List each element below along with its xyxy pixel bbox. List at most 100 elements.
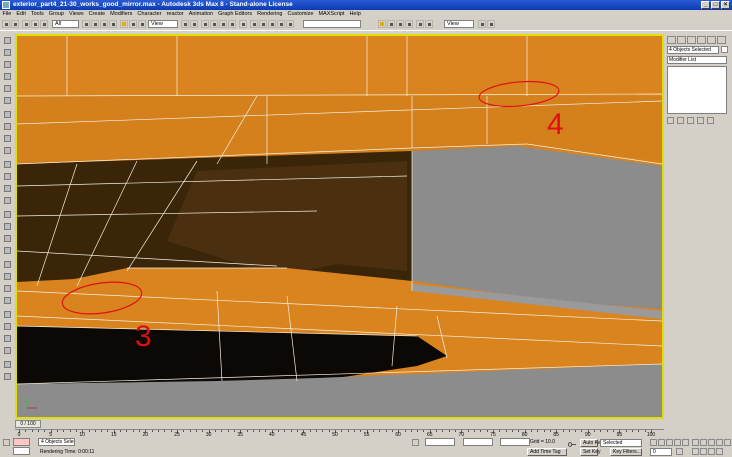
object-color-swatch[interactable] (721, 46, 728, 53)
maxscript-listener-icon[interactable] (3, 439, 10, 446)
menu-file[interactable]: File (0, 10, 14, 18)
hierarchy-tab-icon[interactable] (687, 36, 696, 44)
menu-reactor[interactable]: reactor (164, 10, 186, 18)
reference-coordinate-dropdown[interactable]: View (148, 20, 178, 28)
render-production-icon[interactable] (416, 20, 424, 28)
render-setup-icon[interactable] (387, 20, 395, 28)
percent-snap-icon[interactable] (219, 20, 227, 28)
z-coordinate-field[interactable] (500, 438, 530, 446)
select-by-name-icon[interactable] (91, 20, 99, 28)
selection-filter-dropdown[interactable]: All (52, 20, 79, 28)
rectangle-selection-icon[interactable] (100, 20, 108, 28)
zoom-icon[interactable] (692, 448, 699, 455)
motion-tab-icon[interactable] (697, 36, 706, 44)
go-to-end-icon[interactable] (682, 439, 689, 446)
remove-modifier-icon[interactable] (697, 117, 704, 124)
next-frame-icon[interactable] (674, 439, 681, 446)
object-name-field[interactable]: 4 Objects Selected (667, 46, 719, 54)
spinner-snap-icon[interactable] (228, 20, 236, 28)
maximize-viewport-icon[interactable] (724, 439, 731, 446)
tab-icon-8[interactable] (4, 123, 11, 130)
align-icon[interactable] (259, 20, 267, 28)
previous-frame-icon[interactable] (658, 439, 665, 446)
tab-icon-23[interactable] (4, 311, 11, 318)
tab-icon-10[interactable] (4, 147, 11, 154)
current-frame-field[interactable]: 0 (650, 448, 672, 456)
angle-snap-icon[interactable] (210, 20, 218, 28)
modify-tab-icon[interactable] (677, 36, 686, 44)
render-frame-icon[interactable] (396, 20, 404, 28)
tab-icon-11[interactable] (4, 161, 11, 168)
tab-icon-16[interactable] (4, 223, 11, 230)
quick-render-icon[interactable] (405, 20, 413, 28)
select-rotate-icon[interactable] (129, 20, 137, 28)
menu-views[interactable]: Views (67, 10, 87, 18)
tab-icon-3[interactable] (4, 61, 11, 68)
tab-icon-22[interactable] (4, 297, 11, 304)
utilities-tab-icon[interactable] (717, 36, 726, 44)
tab-icon-19[interactable] (4, 261, 11, 268)
schematic-view-icon[interactable] (286, 20, 294, 28)
go-to-start-icon[interactable] (650, 439, 657, 446)
tab-icon-17[interactable] (4, 235, 11, 242)
display-tab-icon[interactable] (707, 36, 716, 44)
tab-icon-12[interactable] (4, 173, 11, 180)
y-coordinate-field[interactable] (463, 438, 493, 446)
render-view-dropdown[interactable]: View (444, 20, 474, 28)
undo-icon[interactable] (2, 20, 10, 28)
time-slider-track[interactable]: 0 / 100 (15, 420, 664, 429)
tab-icon-6[interactable] (4, 97, 11, 104)
layer-manager-icon[interactable] (268, 20, 276, 28)
modifier-stack[interactable] (667, 66, 727, 114)
maxscript-mini-listener[interactable] (13, 438, 30, 446)
tab-icon-2[interactable] (4, 49, 11, 56)
tab-icon-18[interactable] (4, 247, 11, 254)
menu-group[interactable]: Group (46, 10, 66, 18)
menu-animation[interactable]: Animation (186, 10, 215, 18)
key-filters-button[interactable]: Key Filters... (610, 448, 642, 456)
snaps-toggle-icon[interactable] (201, 20, 209, 28)
minimize-button[interactable]: _ (701, 1, 710, 9)
named-selection-dropdown[interactable] (303, 20, 361, 28)
curve-editor-icon[interactable] (277, 20, 285, 28)
tab-icon-5[interactable] (4, 85, 11, 92)
pin-stack-icon[interactable] (667, 117, 674, 124)
time-configuration-icon[interactable] (676, 448, 683, 455)
menu-help[interactable]: Help (347, 10, 363, 18)
unlink-icon[interactable] (31, 20, 39, 28)
tab-icon-24[interactable] (4, 323, 11, 330)
tab-icon-14[interactable] (4, 197, 11, 204)
menu-create[interactable]: Create (86, 10, 108, 18)
select-object-icon[interactable] (82, 20, 90, 28)
close-button[interactable]: × (721, 1, 730, 9)
key-mode-toggle-icon[interactable] (692, 439, 699, 446)
pivot-center-icon[interactable] (181, 20, 189, 28)
mirror-icon[interactable] (250, 20, 258, 28)
menu-tools[interactable]: Tools (28, 10, 46, 18)
tab-icon-15[interactable] (4, 211, 11, 218)
bind-space-warp-icon[interactable] (40, 20, 48, 28)
material-editor-icon[interactable] (378, 20, 386, 28)
tab-icon-1[interactable] (4, 37, 11, 44)
redo-icon[interactable] (11, 20, 19, 28)
time-slider[interactable]: 0 / 100 (15, 420, 41, 428)
menu-customize[interactable]: Customize (285, 10, 316, 18)
lock-selection-icon[interactable] (412, 439, 419, 446)
set-key-button[interactable]: Set Key (580, 448, 601, 456)
tab-icon-25[interactable] (4, 335, 11, 342)
menu-graph-editors[interactable]: Graph Editors (216, 10, 255, 18)
tab-icon-20[interactable] (4, 273, 11, 280)
tab-icon-7[interactable] (4, 111, 11, 118)
window-crossing-icon[interactable] (109, 20, 117, 28)
tab-icon-26[interactable] (4, 347, 11, 354)
show-end-result-icon[interactable] (677, 117, 684, 124)
configure-sets-icon[interactable] (707, 117, 714, 124)
play-icon[interactable] (666, 439, 673, 446)
pan-icon[interactable] (708, 439, 715, 446)
link-icon[interactable] (22, 20, 30, 28)
key-mode-dropdown[interactable]: Selected (600, 439, 642, 447)
select-manipulate-icon[interactable] (190, 20, 198, 28)
create-tab-icon[interactable] (667, 36, 676, 44)
perspective-viewport[interactable]: 4 3 (15, 34, 664, 419)
tab-icon-21[interactable] (4, 285, 11, 292)
